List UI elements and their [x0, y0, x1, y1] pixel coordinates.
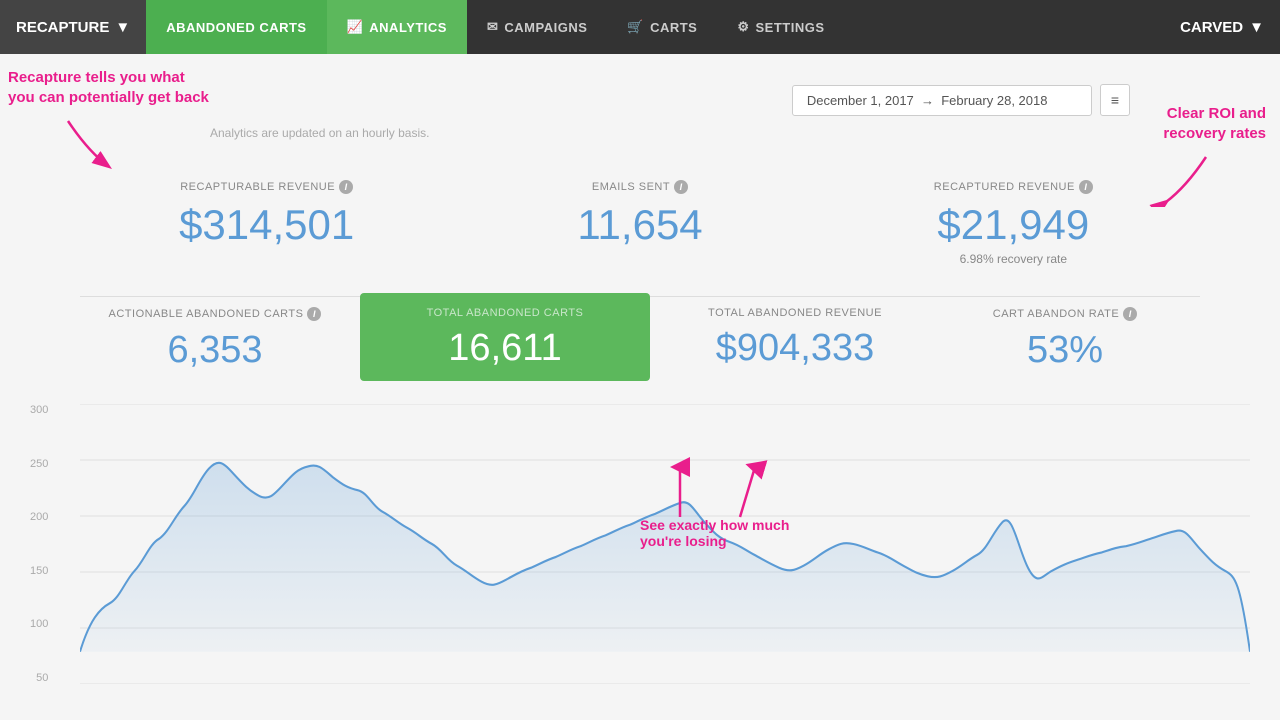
analytics-icon: 📈	[347, 19, 364, 35]
info-icon[interactable]: i	[1079, 180, 1093, 194]
stat-emails-sent: EMAILS SENT i 11,654	[453, 180, 826, 246]
stat-cart-abandon-rate: CART ABANDON RATE i 53%	[930, 307, 1200, 369]
stat-total-abandoned-carts: TOTAL ABANDONED CARTS 16,611	[360, 293, 650, 381]
stat-recaptured-revenue: RECAPTURED REVENUE i $21,949 6.98% recov…	[827, 180, 1200, 266]
stats-row-1: RECAPTURABLE REVENUE i $314,501 EMAILS S…	[80, 160, 1200, 297]
recaptured-revenue-label: RECAPTURED REVENUE	[934, 181, 1075, 193]
cart-abandon-rate-label: CART ABANDON RATE	[993, 308, 1119, 320]
nav-item-analytics[interactable]: 📈 ANALYTICS	[327, 0, 467, 54]
info-icon[interactable]: i	[307, 307, 321, 321]
nav-item-label: CAMPAIGNS	[504, 20, 587, 35]
main-content: Recapture tells you what you can potenti…	[0, 54, 1280, 704]
y-label-200: 200	[30, 511, 48, 523]
recapturable-revenue-label: RECAPTURABLE REVENUE	[180, 181, 335, 193]
actionable-carts-value: 6,353	[80, 331, 350, 369]
chart-area: 300 250 200 150 100 50	[30, 404, 1250, 684]
date-range-row: ≡	[30, 84, 1130, 116]
date-range-menu-button[interactable]: ≡	[1100, 84, 1130, 116]
nav-brand[interactable]: RECAPTURE ▼	[0, 0, 146, 54]
nav-item-abandoned-carts[interactable]: ABANDONED CARTS	[146, 0, 326, 54]
nav-item-label: ANALYTICS	[369, 20, 447, 35]
brand-label: RECAPTURE	[16, 19, 109, 36]
nav-item-carts[interactable]: 🛒 CARTS	[607, 0, 717, 54]
nav-item-settings[interactable]: ⚙ SETTINGS	[717, 0, 844, 54]
nav-item-label: ABANDONED CARTS	[166, 20, 306, 35]
y-label-100: 100	[30, 618, 48, 630]
total-carts-label: TOTAL ABANDONED CARTS	[427, 307, 584, 319]
right-brand-label: CARVED	[1180, 19, 1243, 36]
y-label-50: 50	[30, 672, 48, 684]
settings-icon: ⚙	[737, 19, 749, 35]
total-revenue-label: TOTAL ABANDONED REVENUE	[708, 307, 882, 319]
chart-y-labels: 300 250 200 150 100 50	[30, 404, 56, 684]
nav-right-brand[interactable]: CARVED ▼	[1164, 19, 1280, 36]
chart-svg	[80, 404, 1250, 684]
nav-item-label: CARTS	[650, 20, 697, 35]
y-label-300: 300	[30, 404, 48, 416]
cart-abandon-rate-value: 53%	[930, 331, 1200, 369]
campaigns-icon: ✉	[487, 19, 498, 35]
actionable-carts-label: ACTIONABLE ABANDONED CARTS	[109, 308, 304, 320]
info-icon[interactable]: i	[1123, 307, 1137, 321]
y-label-250: 250	[30, 458, 48, 470]
stat-total-abandoned-revenue: TOTAL ABANDONED REVENUE $904,333	[660, 307, 930, 367]
recapturable-revenue-value: $314,501	[80, 204, 453, 246]
brand-caret: ▼	[115, 19, 130, 36]
recaptured-revenue-value: $21,949	[827, 204, 1200, 246]
emails-sent-label: EMAILS SENT	[592, 181, 670, 193]
y-label-150: 150	[30, 565, 48, 577]
analytics-note: Analytics are updated on an hourly basis…	[210, 126, 1250, 140]
emails-sent-value: 11,654	[453, 204, 826, 246]
total-carts-value: 16,611	[370, 329, 640, 367]
stat-actionable-carts: ACTIONABLE ABANDONED CARTS i 6,353	[80, 307, 350, 369]
date-range-input[interactable]	[792, 85, 1092, 116]
stats-row-2: ACTIONABLE ABANDONED CARTS i 6,353 TOTAL…	[80, 297, 1200, 389]
nav-item-campaigns[interactable]: ✉ CAMPAIGNS	[467, 0, 607, 54]
right-brand-caret: ▼	[1249, 19, 1264, 36]
info-icon[interactable]: i	[339, 180, 353, 194]
cart-icon: 🛒	[627, 19, 644, 35]
recaptured-revenue-sub: 6.98% recovery rate	[827, 252, 1200, 266]
navbar: RECAPTURE ▼ ABANDONED CARTS 📈 ANALYTICS …	[0, 0, 1280, 54]
stat-recapturable-revenue: RECAPTURABLE REVENUE i $314,501	[80, 180, 453, 246]
nav-item-label: SETTINGS	[756, 20, 825, 35]
info-icon[interactable]: i	[674, 180, 688, 194]
total-revenue-value: $904,333	[660, 329, 930, 367]
